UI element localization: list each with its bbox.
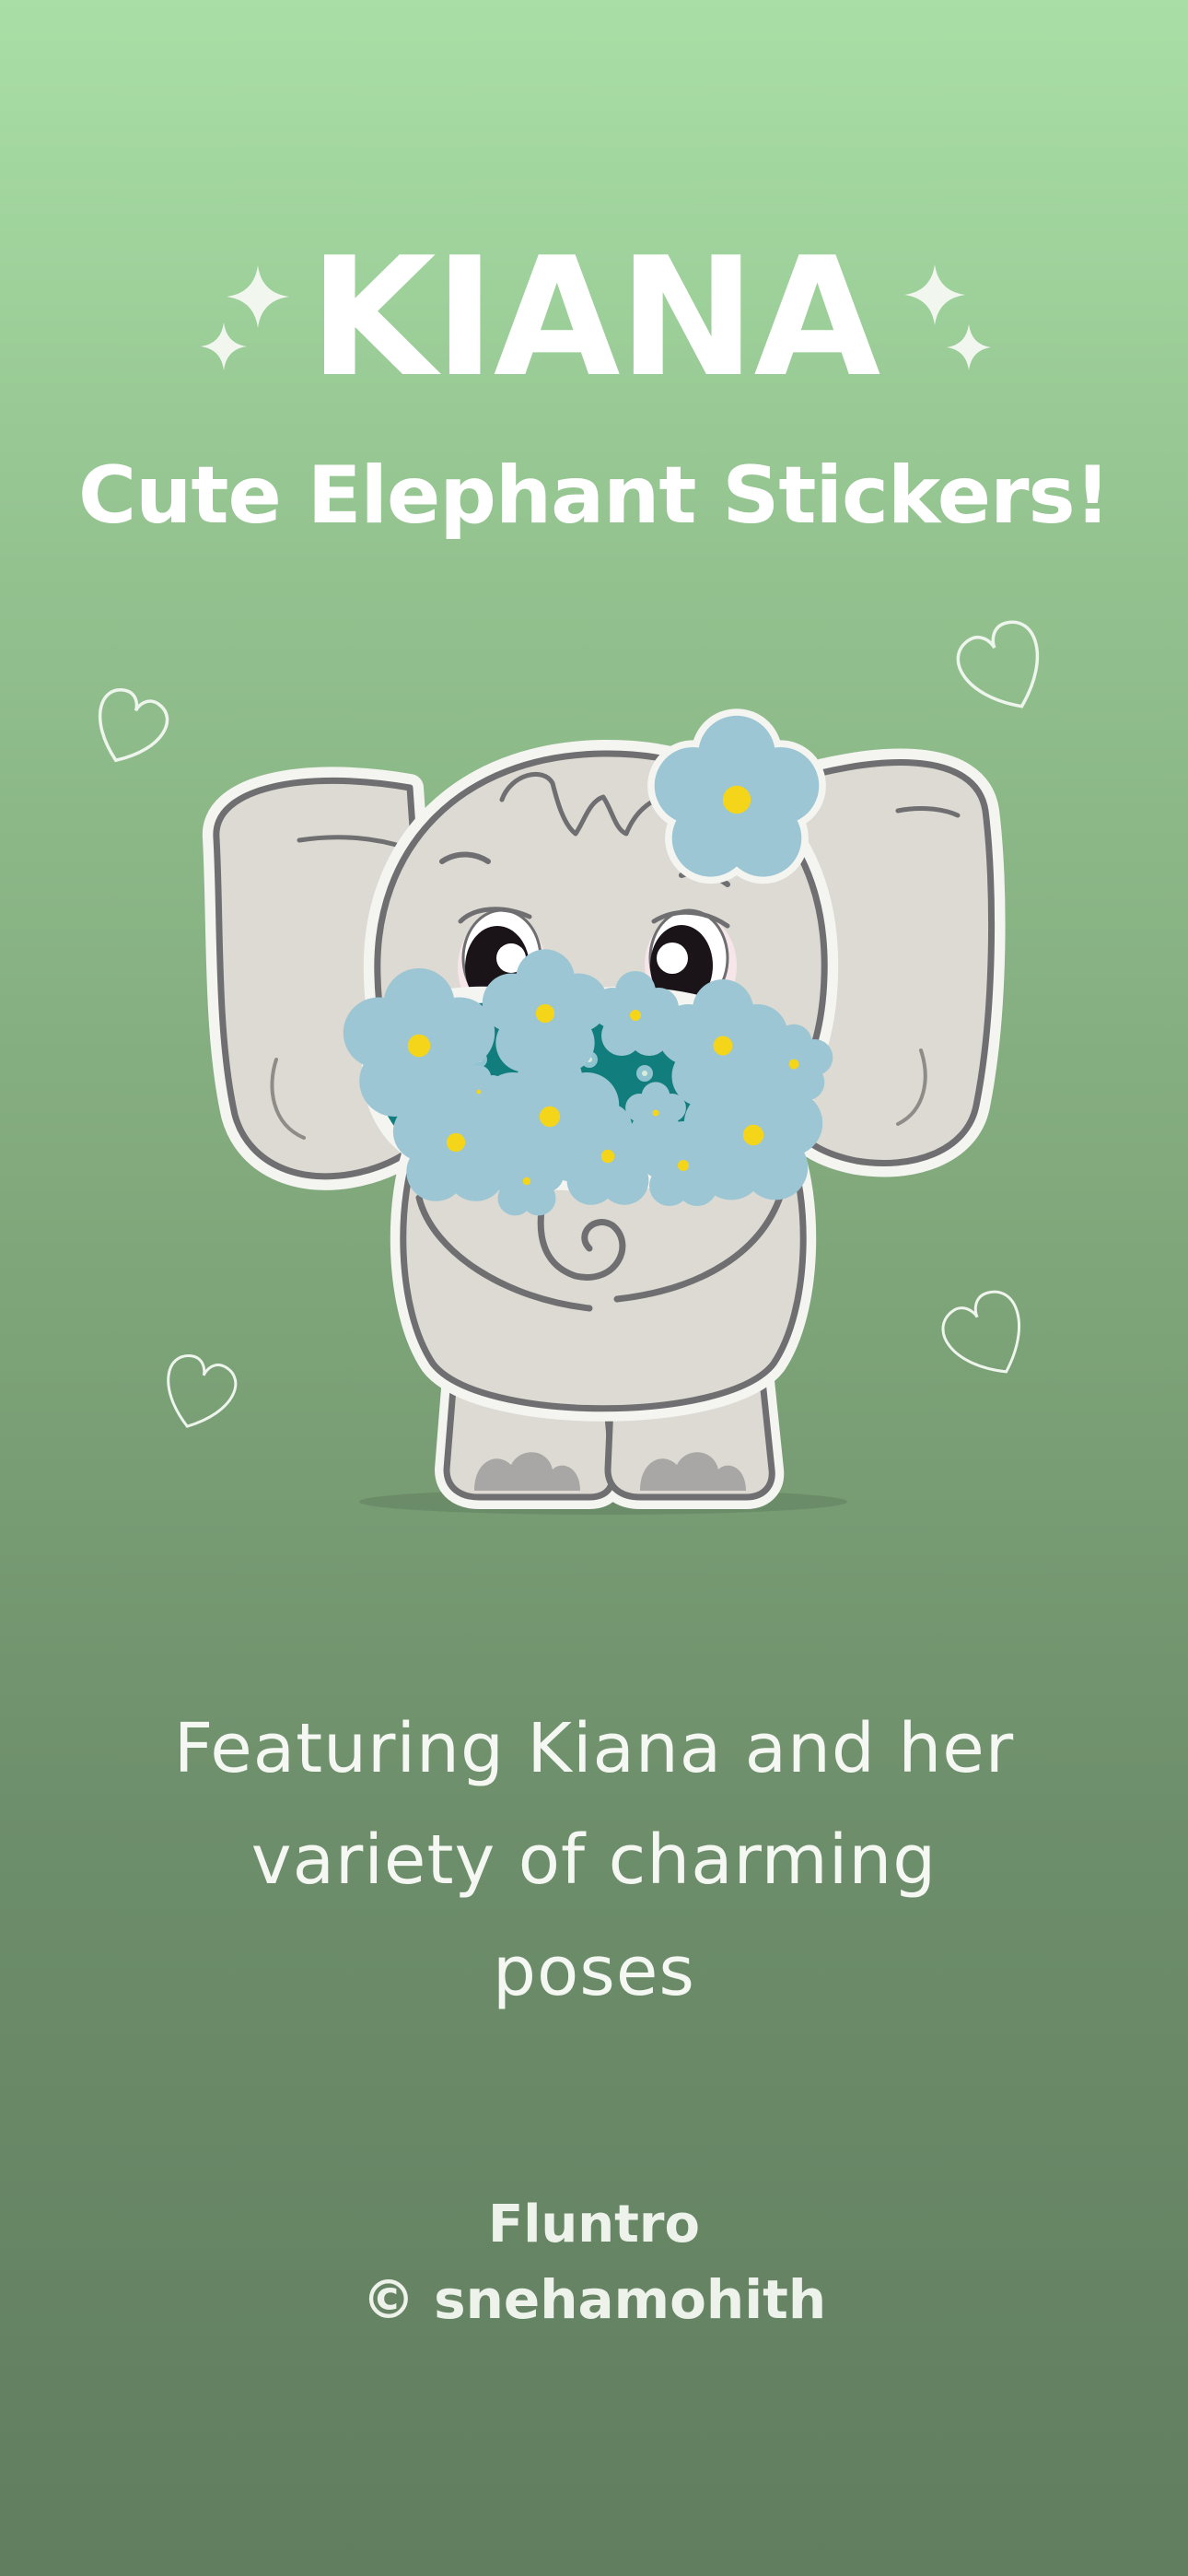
brand-name: Fluntro (487, 2195, 701, 2254)
feature-description: Featuring Kiana and her variety of charm… (173, 1709, 1015, 2011)
head-flower-icon (655, 716, 820, 877)
copyright-credit: © snehamohith (361, 2268, 827, 2331)
